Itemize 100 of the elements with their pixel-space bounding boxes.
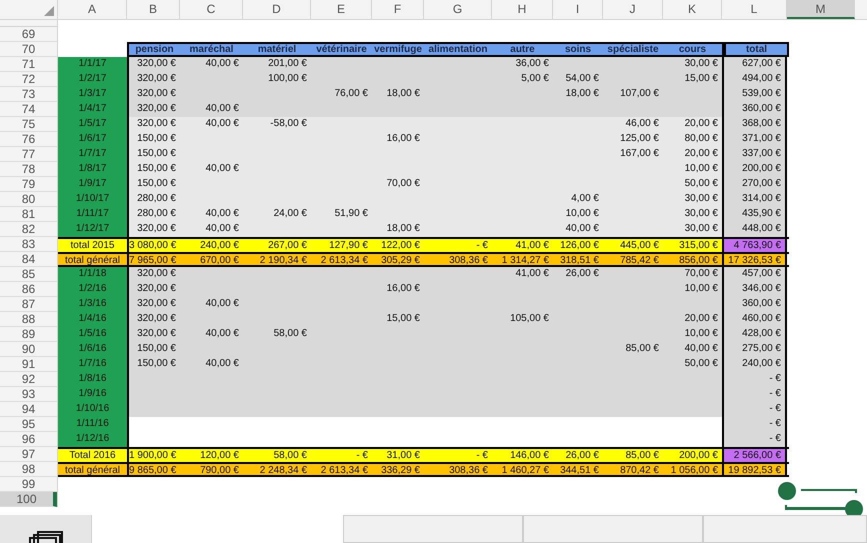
table-cell: 308,36 € bbox=[449, 255, 488, 266]
row-number[interactable]: 84 bbox=[0, 252, 57, 267]
sheet-tab[interactable] bbox=[523, 515, 703, 543]
row-number[interactable]: 91 bbox=[0, 357, 57, 372]
column-header[interactable]: J bbox=[603, 0, 663, 19]
date-cell: 1/8/16 bbox=[58, 372, 127, 387]
table-cell: 40,00 € bbox=[206, 223, 239, 234]
date-cell: 1/3/17 bbox=[58, 87, 127, 102]
row-number[interactable]: 95 bbox=[0, 417, 57, 432]
select-all-icon[interactable] bbox=[44, 6, 54, 16]
row-number[interactable]: 86 bbox=[0, 282, 57, 297]
table-cell: 201,00 € bbox=[268, 58, 307, 69]
column-header[interactable]: H bbox=[492, 0, 553, 19]
table-cell: 150,00 € bbox=[137, 343, 176, 354]
date-cell: 1/5/16 bbox=[58, 327, 127, 342]
row-number[interactable]: 92 bbox=[0, 372, 57, 387]
row-number[interactable]: 80 bbox=[0, 192, 57, 207]
table-cell: 150,00 € bbox=[137, 163, 176, 174]
column-header[interactable]: G bbox=[424, 0, 492, 19]
total-cell: - € bbox=[722, 417, 787, 432]
date-cell: 1/11/17 bbox=[58, 207, 127, 222]
table-cell: 120,00 € bbox=[200, 450, 239, 461]
table-cell: 320,00 € bbox=[137, 283, 176, 294]
table-cell: 318,51 € bbox=[560, 255, 599, 266]
column-header[interactable]: B bbox=[127, 0, 180, 19]
total-cell: 200,00 € bbox=[722, 162, 787, 177]
table-cell: 150,00 € bbox=[137, 358, 176, 369]
table-cell: 30,00 € bbox=[684, 223, 718, 234]
table-cell: 105,00 € bbox=[510, 313, 549, 324]
sheet-tab[interactable] bbox=[343, 515, 523, 543]
row-number[interactable]: 72 bbox=[0, 72, 57, 87]
table-cell: 1 056,00 € bbox=[670, 465, 718, 476]
table-cell: 46,00 € bbox=[626, 118, 659, 129]
total-cell: 539,00 € bbox=[722, 87, 787, 102]
table-cell: 18,00 € bbox=[566, 88, 599, 99]
row-number[interactable]: 75 bbox=[0, 117, 57, 132]
row-number[interactable]: 69 bbox=[0, 27, 57, 42]
row-number[interactable]: 82 bbox=[0, 222, 57, 237]
total-cell: 368,00 € bbox=[722, 117, 787, 132]
column-header[interactable]: E bbox=[311, 0, 372, 19]
total-cell: 360,00 € bbox=[722, 297, 787, 312]
sheets-button[interactable] bbox=[0, 515, 92, 543]
row-number[interactable]: 73 bbox=[0, 87, 57, 102]
row-number[interactable]: 88 bbox=[0, 312, 57, 327]
row-number[interactable]: 77 bbox=[0, 147, 57, 162]
table-cell: 336,29 € bbox=[381, 465, 420, 476]
row-number[interactable]: 78 bbox=[0, 162, 57, 177]
table-cell: 26,00 € bbox=[566, 450, 599, 461]
table-cell: 50,00 € bbox=[684, 178, 718, 189]
column-label: matériel bbox=[256, 44, 298, 55]
date-cell: 1/6/16 bbox=[58, 342, 127, 357]
row-number[interactable]: 79 bbox=[0, 177, 57, 192]
table-cell: 122,00 € bbox=[381, 240, 420, 251]
table-cell: 2 248,34 € bbox=[260, 465, 307, 476]
total-cell: 435,90 € bbox=[722, 207, 787, 222]
row-number[interactable]: 97 bbox=[0, 447, 57, 462]
date-cell: 1/6/17 bbox=[58, 132, 127, 147]
column-header[interactable]: A bbox=[58, 0, 127, 19]
column-header[interactable]: M bbox=[787, 0, 855, 19]
table-cell: 76,00 € bbox=[334, 88, 368, 99]
row-number[interactable]: 93 bbox=[0, 387, 57, 402]
row-number[interactable]: 85 bbox=[0, 267, 57, 282]
row-label-cell: total général bbox=[58, 464, 127, 475]
table-cell: 167,00 € bbox=[620, 148, 659, 159]
column-header[interactable]: K bbox=[663, 0, 722, 19]
table-cell: 70,00 € bbox=[684, 268, 718, 279]
table-cell: 320,00 € bbox=[137, 73, 176, 84]
table-cell: 30,00 € bbox=[684, 193, 718, 204]
column-label: alimentation bbox=[428, 44, 488, 55]
table-cell: 127,90 € bbox=[329, 240, 368, 251]
table-cell: 24,00 € bbox=[274, 208, 307, 219]
row-number[interactable]: 83 bbox=[0, 237, 57, 252]
table-cell: 40,00 € bbox=[206, 118, 239, 129]
column-header[interactable]: D bbox=[243, 0, 311, 19]
column-label: pension bbox=[134, 44, 175, 55]
row-number[interactable]: 89 bbox=[0, 327, 57, 342]
table-cell: 16,00 € bbox=[386, 283, 420, 294]
column-header[interactable]: I bbox=[553, 0, 603, 19]
total-cell: - € bbox=[722, 387, 787, 402]
row-number[interactable]: 76 bbox=[0, 132, 57, 147]
column-header[interactable]: F bbox=[372, 0, 424, 19]
column-label: soins bbox=[564, 44, 592, 55]
row-number[interactable]: 70 bbox=[0, 42, 57, 57]
row-label-cell: total 2015 bbox=[58, 239, 127, 252]
row-number[interactable]: 100 bbox=[0, 492, 57, 507]
row-number[interactable]: 74 bbox=[0, 102, 57, 117]
row-number[interactable]: 90 bbox=[0, 342, 57, 357]
total-cell: 360,00 € bbox=[722, 102, 787, 117]
column-header[interactable]: C bbox=[180, 0, 243, 19]
row-number[interactable]: 71 bbox=[0, 57, 57, 72]
row-number[interactable]: 81 bbox=[0, 207, 57, 222]
total-cell: 314,00 € bbox=[722, 192, 787, 207]
row-number[interactable]: 94 bbox=[0, 402, 57, 417]
row-number[interactable]: 87 bbox=[0, 297, 57, 312]
row-number[interactable]: 96 bbox=[0, 432, 57, 447]
table-cell: 150,00 € bbox=[137, 178, 176, 189]
row-number[interactable]: 98 bbox=[0, 462, 57, 477]
table-cell: 670,00 € bbox=[200, 255, 239, 266]
table-cell: 58,00 € bbox=[274, 328, 307, 339]
column-label: total bbox=[724, 42, 789, 57]
